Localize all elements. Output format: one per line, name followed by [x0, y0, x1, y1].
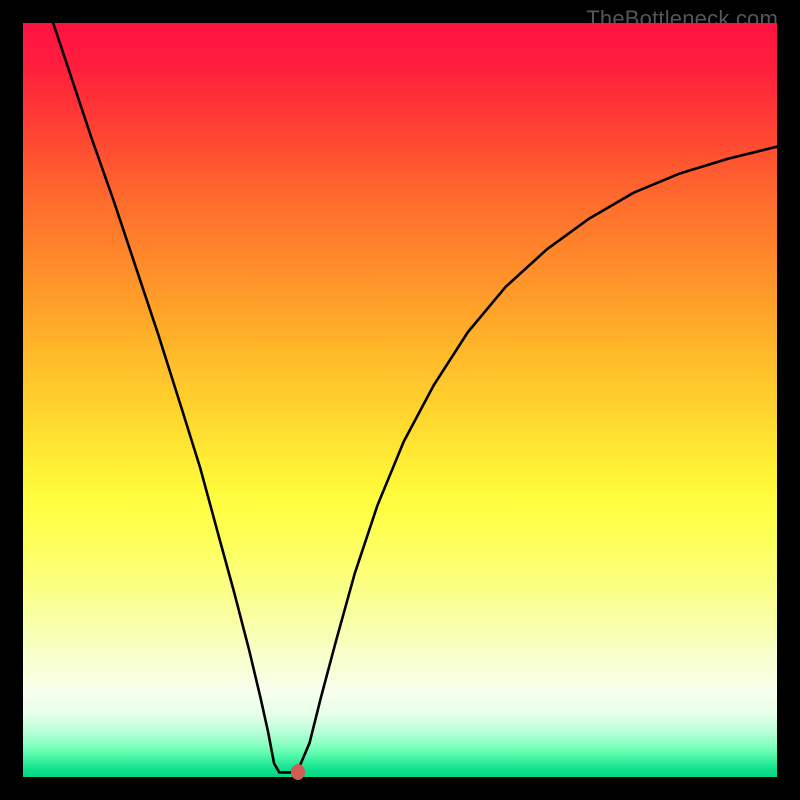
- bottleneck-curve-path: [53, 23, 777, 772]
- curve-svg: [23, 23, 777, 777]
- optimal-point-marker: [291, 764, 305, 780]
- chart-container: TheBottleneck.com: [0, 0, 800, 800]
- plot-area: [23, 23, 777, 777]
